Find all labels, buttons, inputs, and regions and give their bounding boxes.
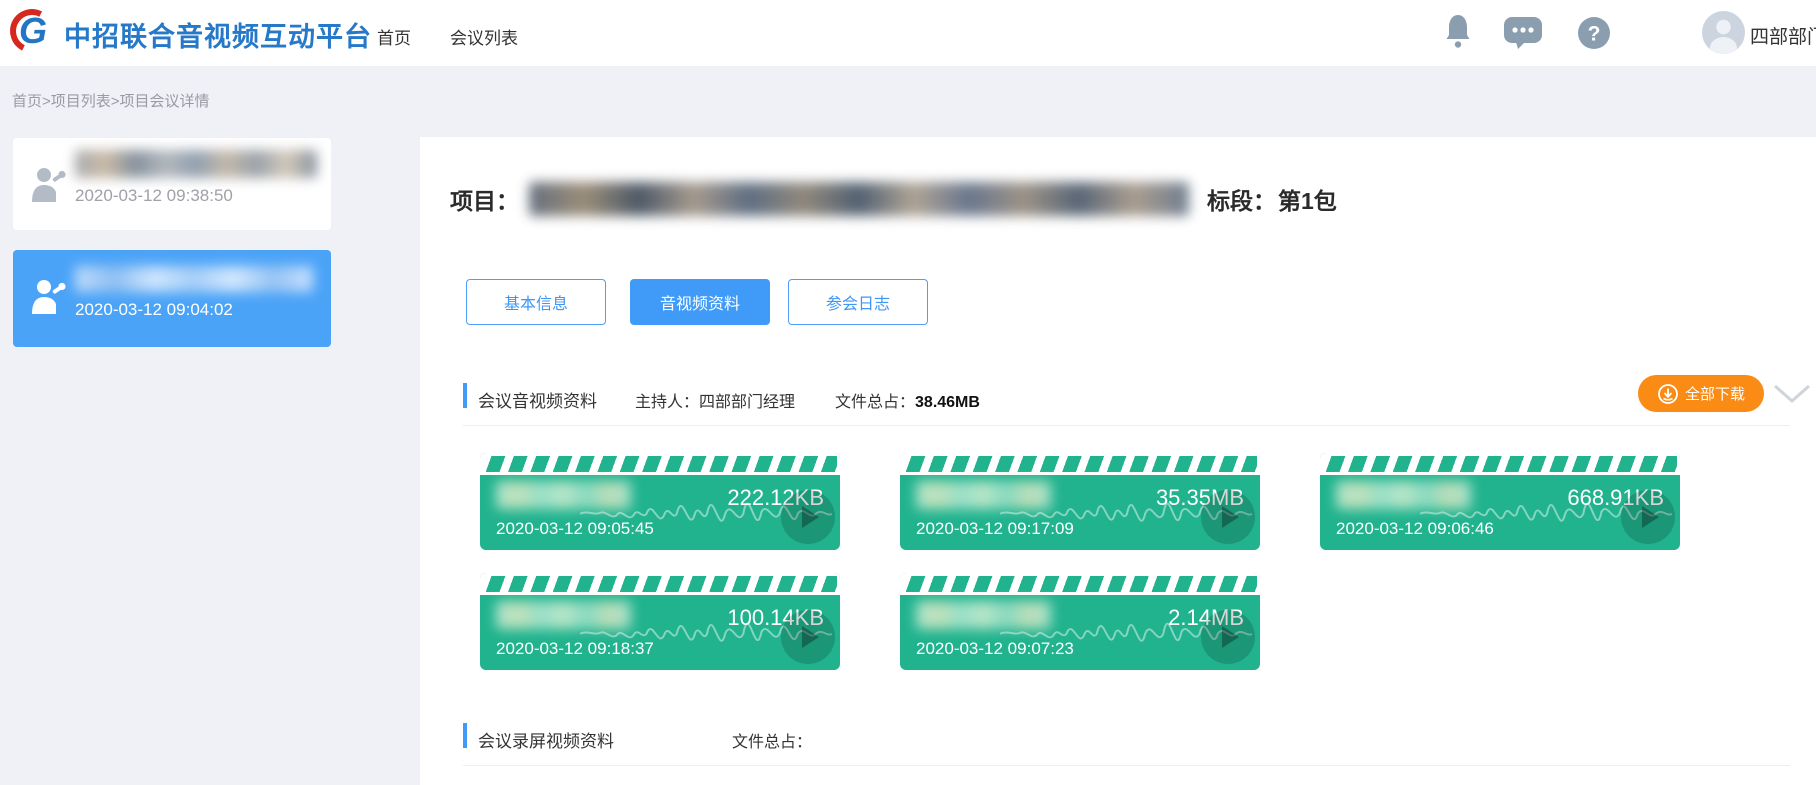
main-panel: 项目： 标段： 第1包 基本信息 音视频资料 参会日志 会议音视频资料 主持人：… bbox=[420, 137, 1816, 785]
play-icon bbox=[802, 506, 819, 528]
bell-icon[interactable] bbox=[1443, 13, 1473, 56]
filmstrip-decoration bbox=[480, 573, 840, 595]
brand-logo-icon[interactable]: G bbox=[10, 9, 58, 57]
play-button[interactable] bbox=[781, 490, 835, 544]
section-divider bbox=[463, 425, 1790, 426]
play-button[interactable] bbox=[1201, 610, 1255, 664]
filmstrip-decoration bbox=[900, 453, 1260, 475]
section-divider bbox=[463, 765, 1790, 766]
section-accent-bar bbox=[463, 383, 467, 408]
audio-file-card[interactable]: 222.12KB 2020-03-12 09:05:45 bbox=[480, 453, 840, 550]
svg-text:?: ? bbox=[1588, 23, 1601, 46]
redacted-project-name bbox=[529, 182, 1189, 216]
play-icon bbox=[802, 626, 819, 648]
file-time: 2020-03-12 09:07:23 bbox=[916, 639, 1074, 659]
filmstrip-decoration bbox=[900, 573, 1260, 595]
host-label: 主持人： bbox=[635, 394, 699, 411]
audio-file-card[interactable]: 100.14KB 2020-03-12 09:18:37 bbox=[480, 573, 840, 670]
nav-item-meeting-list[interactable]: 会议列表 bbox=[450, 24, 518, 49]
filmstrip-decoration bbox=[1320, 453, 1680, 475]
audio-file-card[interactable]: 2.14MB 2020-03-12 09:07:23 bbox=[900, 573, 1260, 670]
speaker-person-icon bbox=[29, 276, 69, 321]
file-time: 2020-03-12 09:17:09 bbox=[916, 519, 1074, 539]
file-time: 2020-03-12 09:18:37 bbox=[496, 639, 654, 659]
download-icon bbox=[1657, 383, 1679, 405]
brand-title: 中招联合音视频互动平台 bbox=[64, 15, 372, 54]
host-value: 四部部门经理 bbox=[699, 394, 795, 411]
total-value: 38.46MB bbox=[915, 394, 980, 411]
redacted-meeting-title bbox=[75, 150, 317, 178]
redacted-file-name bbox=[496, 481, 631, 509]
download-all-button[interactable]: 全部下载 bbox=[1638, 375, 1764, 412]
project-title-row: 项目： 标段： 第1包 bbox=[450, 181, 1337, 217]
tab-basic-info[interactable]: 基本信息 bbox=[466, 279, 606, 325]
file-time: 2020-03-12 09:05:45 bbox=[496, 519, 654, 539]
tab-audio-video[interactable]: 音视频资料 bbox=[630, 279, 770, 325]
total-size-info: 文件总占：38.46MB bbox=[835, 388, 980, 412]
meeting-list-item[interactable]: 2020-03-12 09:38:50 bbox=[13, 138, 331, 230]
audio-section-title: 会议音视频资料 bbox=[478, 387, 597, 412]
logo-letter: G bbox=[19, 10, 47, 52]
tab-attend-log[interactable]: 参会日志 bbox=[788, 279, 928, 325]
play-icon bbox=[1222, 626, 1239, 648]
audio-file-card[interactable]: 668.91KB 2020-03-12 09:06:46 bbox=[1320, 453, 1680, 550]
play-button[interactable] bbox=[1201, 490, 1255, 544]
user-name[interactable]: 四部部门 bbox=[1750, 22, 1816, 49]
section-accent-bar bbox=[463, 723, 467, 748]
stage-value: 第1包 bbox=[1278, 182, 1337, 216]
meeting-time: 2020-03-12 09:04:02 bbox=[75, 300, 233, 320]
meeting-list-item-selected[interactable]: 2020-03-12 09:04:02 bbox=[13, 250, 331, 347]
nav-item-home[interactable]: 首页 bbox=[377, 24, 411, 49]
stage-label: 标段： bbox=[1207, 182, 1276, 216]
screen-section-title: 会议录屏视频资料 bbox=[478, 727, 614, 752]
host-info: 主持人：四部部门经理 bbox=[635, 388, 795, 412]
play-icon bbox=[1642, 506, 1659, 528]
redacted-meeting-title bbox=[75, 266, 313, 292]
play-button[interactable] bbox=[781, 610, 835, 664]
filmstrip-decoration bbox=[480, 453, 840, 475]
redacted-file-name bbox=[916, 481, 1051, 509]
total-label: 文件总占： bbox=[835, 394, 915, 411]
redacted-file-name bbox=[916, 601, 1051, 629]
audio-file-card[interactable]: 35.35MB 2020-03-12 09:17:09 bbox=[900, 453, 1260, 550]
screen-total-label: 文件总占： bbox=[732, 734, 812, 751]
chevron-down-icon[interactable] bbox=[1772, 383, 1812, 410]
play-button[interactable] bbox=[1621, 490, 1675, 544]
help-icon[interactable]: ? bbox=[1576, 15, 1612, 56]
meeting-time: 2020-03-12 09:38:50 bbox=[75, 186, 233, 206]
screen-total-info: 文件总占： bbox=[732, 728, 812, 752]
file-time: 2020-03-12 09:06:46 bbox=[1336, 519, 1494, 539]
redacted-file-name bbox=[1336, 481, 1471, 509]
chat-icon[interactable] bbox=[1503, 16, 1543, 55]
project-label: 项目： bbox=[450, 182, 519, 216]
breadcrumb[interactable]: 首页>项目列表>项目会议详情 bbox=[12, 90, 210, 111]
play-icon bbox=[1222, 506, 1239, 528]
page: G 中招联合音视频互动平台 首页 会议列表 ? bbox=[0, 0, 1816, 785]
download-all-label: 全部下载 bbox=[1685, 383, 1745, 404]
avatar[interactable] bbox=[1702, 11, 1745, 54]
redacted-file-name bbox=[496, 601, 631, 629]
speaker-person-icon bbox=[29, 164, 69, 209]
app-header: G 中招联合音视频互动平台 首页 会议列表 ? bbox=[0, 0, 1816, 66]
